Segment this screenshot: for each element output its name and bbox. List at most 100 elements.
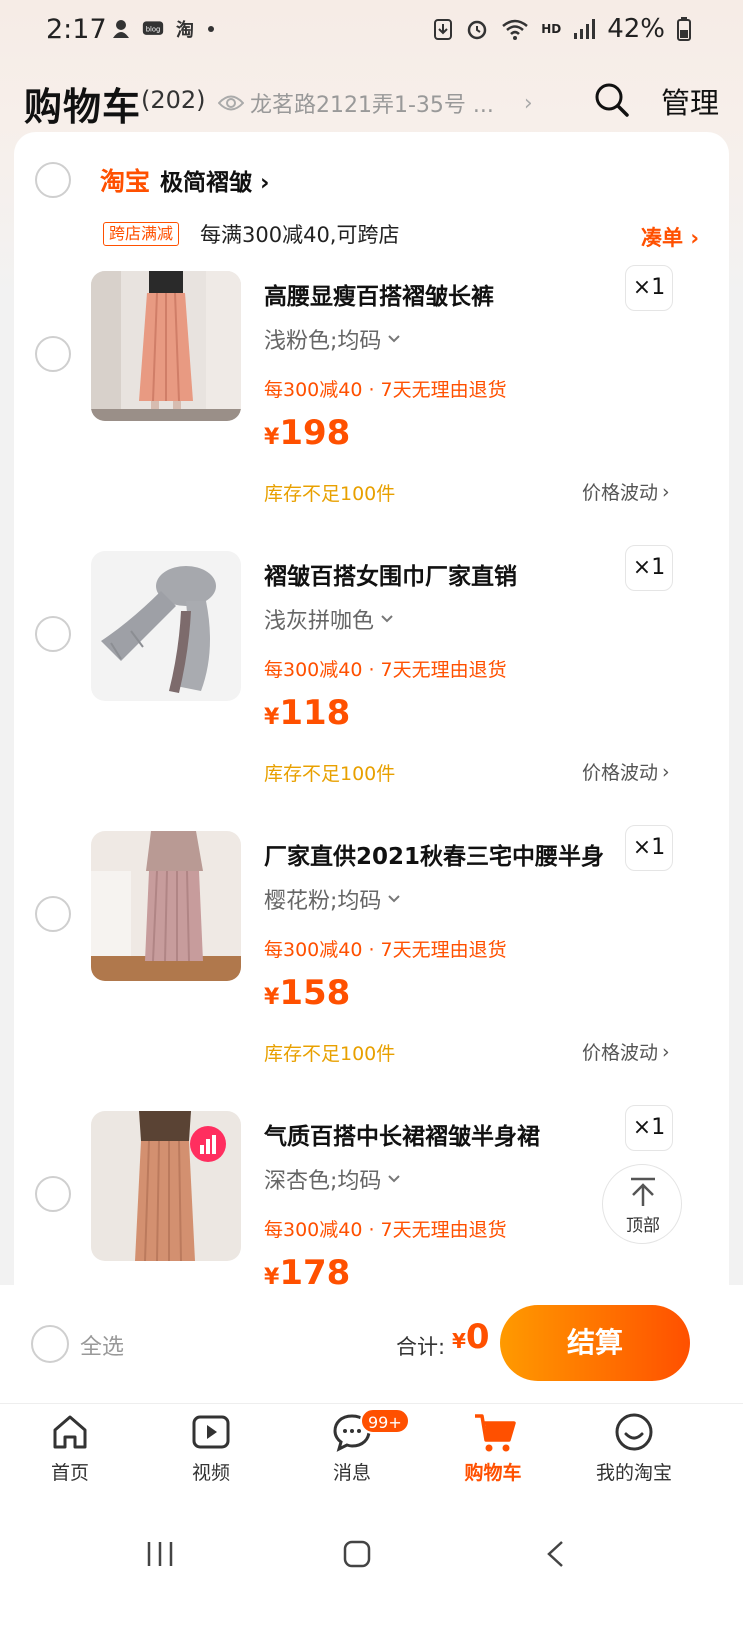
price-fluctuation-link[interactable]: 价格波动 ›: [582, 478, 670, 505]
tab-video-label: 视频: [191, 1462, 230, 1484]
product-price: ¥158: [264, 973, 351, 1013]
cart-item[interactable]: 厂家直供2021秋春三宅中腰半身 ×1 樱花粉;均码 每300减40 · 7天无…: [14, 825, 729, 1111]
item-select-checkbox[interactable]: [35, 896, 71, 932]
select-all-checkbox[interactable]: [31, 1325, 69, 1363]
sku-selector[interactable]: 深杏色;均码: [264, 1163, 401, 1195]
service-info: 每300减40 · 7天无理由退货: [264, 379, 507, 401]
price-fluctuation-label: 价格波动: [582, 1042, 659, 1064]
page-title: 购物车: [24, 85, 142, 129]
quantity-button[interactable]: ×1: [625, 1105, 673, 1151]
price-fluctuation-link[interactable]: 价格波动 ›: [582, 758, 670, 785]
select-all-label[interactable]: 全选: [80, 1329, 124, 1361]
svg-text:淘: 淘: [176, 19, 194, 40]
quantity-button[interactable]: ×1: [625, 545, 673, 591]
product-image[interactable]: [91, 271, 241, 421]
alarm-icon: [467, 20, 487, 40]
back-to-top-label: 顶部: [626, 1216, 660, 1236]
product-title[interactable]: 高腰显瘦百搭褶皱长裤: [264, 277, 494, 311]
quantity-button[interactable]: ×1: [625, 825, 673, 871]
item-select-checkbox[interactable]: [35, 336, 71, 372]
quantity-button[interactable]: ×1: [625, 265, 673, 311]
dot-icon: [208, 26, 214, 32]
tab-video[interactable]: 视频: [161, 1404, 261, 1494]
delivery-address[interactable]: 龙茗路2121弄1-35号 ... ›: [218, 87, 533, 119]
sku-text: 浅灰拼咖色: [264, 609, 375, 634]
service-info: 每300减40 · 7天无理由退货: [264, 939, 507, 961]
chevron-down-icon: [388, 335, 401, 343]
promo-row: 跨店满减 每满300减40,可跨店 凑单 ›: [14, 210, 729, 260]
product-title[interactable]: 气质百搭中长裙褶皱半身裙: [264, 1117, 540, 1151]
tab-cart-label: 购物车: [464, 1462, 522, 1484]
address-text: 龙茗路2121弄1-35号 ...: [250, 93, 494, 118]
back-icon[interactable]: [544, 1539, 566, 1569]
taobao-icon: 淘: [176, 19, 194, 40]
wifi-icon: [502, 19, 528, 40]
service-info: 每300减40 · 7天无理由退货: [264, 1219, 507, 1241]
item-select-checkbox[interactable]: [35, 1176, 71, 1212]
price-fluctuation-label: 价格波动: [582, 762, 659, 784]
shop-select-checkbox[interactable]: [35, 162, 71, 198]
platform-label: 淘宝: [100, 167, 151, 196]
product-image[interactable]: [91, 551, 241, 701]
product-title[interactable]: 厂家直供2021秋春三宅中腰半身: [264, 837, 604, 871]
total-label: 合计:: [396, 1335, 446, 1359]
cart-icon: [475, 1414, 516, 1452]
status-time: 2:17: [46, 14, 107, 45]
status-bar: 2:17 blog 淘 HD 42%: [0, 0, 743, 62]
tab-my-taobao[interactable]: 我的淘宝: [584, 1404, 684, 1494]
cart-item[interactable]: 褶皱百搭女围巾厂家直销 ×1 浅灰拼咖色 每300减40 · 7天无理由退货 ¥…: [14, 545, 729, 831]
battery-icon: [677, 17, 691, 41]
sku-selector[interactable]: 浅灰拼咖色: [264, 603, 394, 635]
product-image[interactable]: [91, 831, 241, 981]
back-to-top-button[interactable]: 顶部: [602, 1164, 682, 1244]
svg-text:blog: blog: [146, 26, 161, 34]
checkout-bar: 全选 合计: ¥0 结算: [0, 1285, 743, 1403]
tab-cart[interactable]: 购物车: [443, 1404, 543, 1494]
price-fluctuation-link[interactable]: 价格波动 ›: [582, 1038, 670, 1065]
manage-button[interactable]: 管理: [661, 80, 719, 122]
product-title[interactable]: 褶皱百搭女围巾厂家直销: [264, 557, 517, 591]
sku-text: 深杏色;均码: [264, 1169, 382, 1194]
tab-home[interactable]: 首页: [20, 1404, 120, 1494]
bottom-tab-bar: 首页 视频 99+ 消息 购物车 我的淘宝: [0, 1403, 743, 1493]
cart-item[interactable]: 高腰显瘦百搭褶皱长裤 ×1 浅粉色;均码 每300减40 · 7天无理由退货 ¥…: [14, 265, 729, 551]
notification-icon: [113, 20, 129, 38]
shop-name-link[interactable]: 极简褶皱 ›: [160, 163, 270, 197]
tab-messages[interactable]: 99+ 消息: [302, 1404, 410, 1494]
shop-row: 淘宝 极简褶皱 ›: [14, 150, 729, 210]
recent-apps-icon[interactable]: [146, 1539, 174, 1569]
system-navigation-bar: [0, 1493, 743, 1651]
battery-percent: 42%: [607, 14, 665, 44]
search-icon[interactable]: [594, 82, 630, 118]
service-info: 每300减40 · 7天无理由退货: [264, 659, 507, 681]
item-select-checkbox[interactable]: [35, 616, 71, 652]
sku-selector[interactable]: 樱花粉;均码: [264, 883, 401, 915]
product-image[interactable]: [91, 1111, 241, 1261]
sku-text: 浅粉色;均码: [264, 329, 382, 354]
product-price: ¥198: [264, 413, 351, 453]
eye-icon: [218, 95, 244, 111]
sku-selector[interactable]: 浅粉色;均码: [264, 323, 401, 355]
tab-my-taobao-label: 我的淘宝: [595, 1462, 672, 1484]
shop-name: 极简褶皱: [160, 170, 252, 196]
chevron-down-icon: [388, 1175, 401, 1183]
product-price: ¥118: [264, 693, 351, 733]
chevron-down-icon: [381, 615, 393, 623]
video-icon: [192, 1415, 230, 1449]
promo-text: 每满300减40,可跨店: [200, 223, 400, 247]
status-right-icons: HD 42%: [433, 14, 691, 44]
signal-icon: [574, 19, 596, 39]
home-icon: [53, 1415, 87, 1449]
home-button-icon[interactable]: [342, 1539, 372, 1569]
blog-icon: blog: [142, 21, 164, 35]
checkout-button[interactable]: 结算: [500, 1305, 690, 1381]
profile-icon: [615, 1413, 653, 1451]
status-left-icons: blog 淘: [110, 18, 216, 40]
collect-order-link[interactable]: 凑单 ›: [641, 222, 699, 252]
stock-warning: 库存不足100件: [264, 763, 396, 785]
cart-header: 购物车 (202) 龙茗路2121弄1-35号 ... › 管理: [0, 72, 743, 132]
hd-indicator: HD: [541, 22, 562, 36]
tab-messages-label: 消息: [332, 1462, 371, 1484]
tab-home-label: 首页: [50, 1462, 89, 1484]
chevron-down-icon: [388, 895, 401, 903]
